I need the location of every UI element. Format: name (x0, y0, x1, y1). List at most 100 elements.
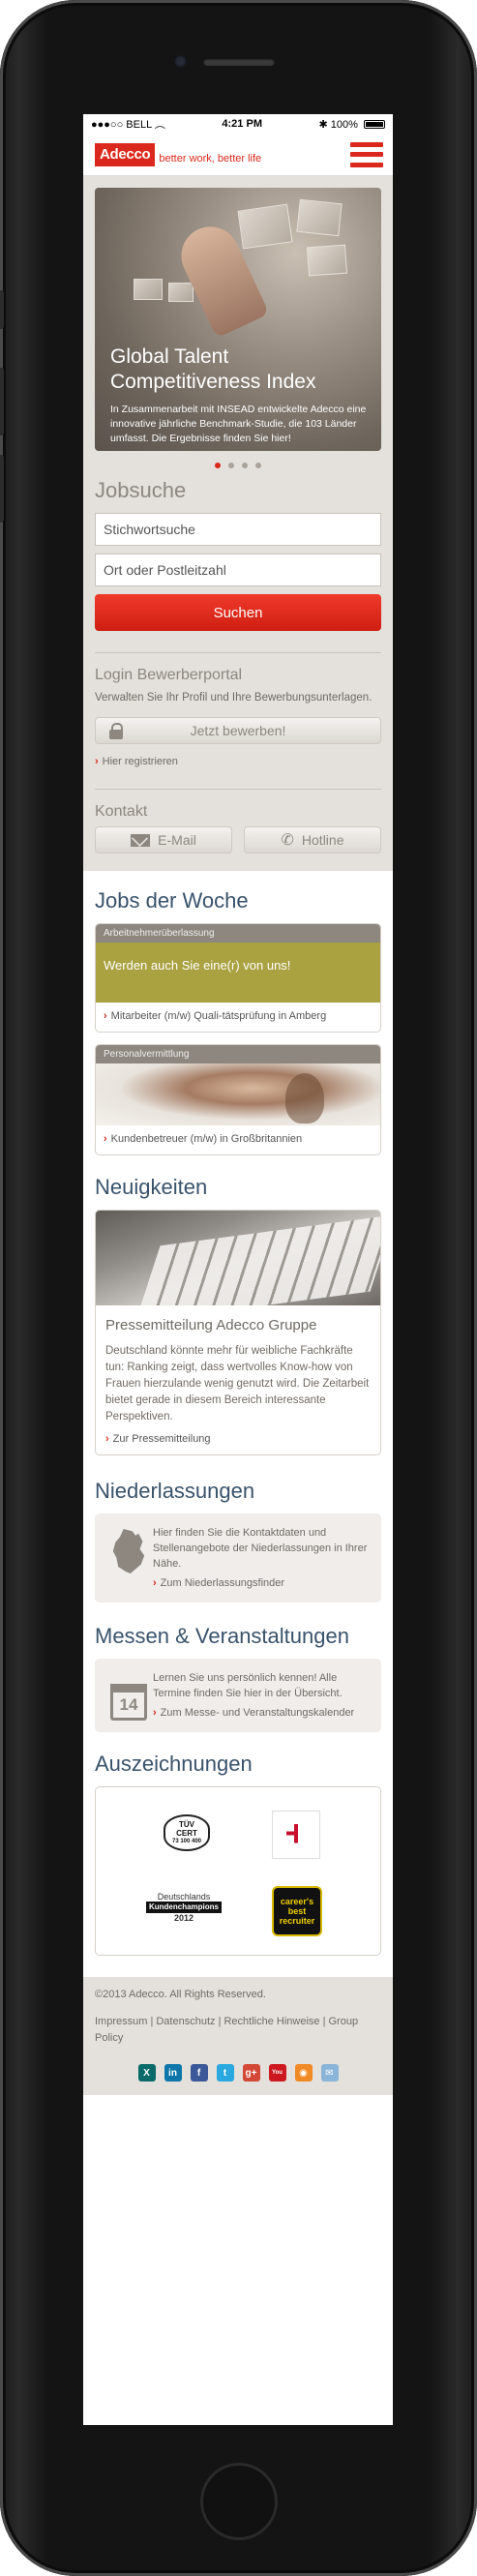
bluetooth-icon: ✱ (318, 118, 328, 131)
earpiece-speaker (203, 58, 275, 66)
phone-screen: ●●●○○ BELL ︵ 4:21 PM ✱ 100% Adecco bette… (83, 114, 393, 2425)
slider-dot[interactable] (242, 463, 248, 468)
volume-up-button (0, 368, 4, 435)
adecco-logo[interactable]: Adecco better work, better life (95, 142, 261, 166)
slider-dot[interactable] (228, 463, 234, 468)
carrier-name: BELL (126, 119, 152, 131)
battery-percent: 100% (330, 118, 358, 131)
hotline-label: Hotline (301, 832, 344, 848)
site-footer: ©2013 Adecco. All Rights Reserved. Impre… (83, 1977, 393, 2095)
events-box[interactable]: 14 Lernen Sie uns persönlich kennen! All… (95, 1659, 381, 1732)
battery-status: ✱ 100% (319, 118, 385, 131)
google-plus-icon[interactable]: g+ (242, 2064, 260, 2082)
events-link[interactable]: › Zum Messe- und Veranstaltungskalender (153, 1705, 372, 1721)
hero-photo-tile (307, 244, 347, 277)
news-item-title: Pressemitteilung Adecco Gruppe (105, 1317, 317, 1333)
front-camera (174, 55, 187, 68)
social-icons: Xin f t g+ You ◉ ✉ (95, 2064, 381, 2082)
kontakt-title: Kontakt (95, 803, 148, 820)
careers-best-recruiter-badge: career's best recruiter (272, 1886, 322, 1936)
branches-link[interactable]: › Zum Niederlassungsfinder (153, 1575, 372, 1591)
events-text: Lernen Sie uns persönlich kennen! Alle T… (153, 1672, 343, 1699)
job-photo (96, 1063, 380, 1125)
contact-buttons: E-Mail ✆ Hotline (95, 826, 381, 854)
linkedin-icon[interactable]: in (164, 2064, 182, 2082)
branches-title: Niederlassungen (95, 1479, 255, 1503)
branches-link-label: Zum Niederlassungsfinder (160, 1577, 285, 1589)
hero-text: In Zusammenarbeit mit INSEAD entwickelte… (110, 404, 367, 444)
news-link-label: Zur Pressemitteilung (112, 1433, 211, 1445)
mail-icon (131, 833, 151, 847)
signal-icon: ●●●○○ (91, 119, 124, 131)
awards-title: Auszeichnungen (95, 1752, 253, 1776)
battery-icon (364, 120, 385, 130)
email-button[interactable]: E-Mail (95, 826, 232, 854)
calendar-icon: 14 (104, 1670, 153, 1721)
rss-icon[interactable]: ◉ (294, 2064, 313, 2082)
job-link-label: Kundenbetreuer (m/w) in Großbritannien (110, 1133, 303, 1145)
hero-photo-tile (296, 198, 343, 237)
register-link[interactable]: › Hier registrieren (95, 756, 381, 767)
login-title: Login Bewerberportal (95, 667, 243, 683)
chevron-right-icon: › (153, 1707, 157, 1719)
footer-links[interactable]: Impressum | Datenschutz | Rechtliche Hin… (95, 2014, 381, 2047)
youtube-icon[interactable]: You (268, 2064, 286, 2082)
hotline-button[interactable]: ✆ Hotline (244, 826, 381, 854)
email-icon[interactable]: ✉ (320, 2064, 339, 2082)
events-link-label: Zum Messe- und Veranstaltungskalender (160, 1707, 355, 1719)
news-body: Pressemitteilung Adecco Gruppe Deutschla… (96, 1305, 380, 1454)
location-input[interactable]: Ort oder Postleitzahl (95, 554, 381, 586)
events-title: Messen & Veranstaltungen (95, 1624, 349, 1648)
hero-photo-tile (168, 283, 194, 302)
news-card[interactable]: Pressemitteilung Adecco Gruppe Deutschla… (95, 1210, 381, 1455)
job-teaser: Werden auch Sie eine(r) von uns! (96, 943, 380, 1003)
carrier-info: ●●●○○ BELL ︵ (91, 116, 165, 132)
tuv-cert-badge: TÜV CERT 73 100 400 (164, 1814, 210, 1851)
branches-text: Hier finden Sie die Kontaktdaten und Ste… (153, 1527, 368, 1570)
branches-box[interactable]: Hier finden Sie die Kontaktdaten und Ste… (95, 1513, 381, 1603)
menu-icon[interactable] (350, 141, 383, 167)
search-button[interactable]: Suchen (95, 594, 381, 631)
awards-box: TÜV CERT 73 100 400 Deutschlands Kundenc… (95, 1786, 381, 1956)
slider-dot[interactable] (215, 463, 221, 468)
home-button[interactable] (200, 2463, 278, 2540)
content-section: Jobs der Woche Arbeitnehmerüberlassung W… (83, 871, 393, 1956)
top-section: Global Talent Competitiveness Index In Z… (83, 176, 393, 871)
jobs-title: Jobs der Woche (95, 888, 249, 913)
copyright: ©2013 Adecco. All Rights Reserved. (95, 1989, 266, 2000)
facebook-icon[interactable]: f (190, 2064, 208, 2082)
job-link[interactable]: › Kundenbetreuer (m/w) in Großbritannien (96, 1125, 380, 1154)
seal-badge (272, 1811, 320, 1859)
logo-wordmark: Adecco (95, 142, 156, 166)
job-card[interactable]: Personalvermittlung › Kundenbetreuer (m/w… (95, 1044, 381, 1155)
job-category: Arbeitnehmerüberlassung (96, 924, 380, 943)
register-label: Hier registrieren (102, 756, 178, 767)
chevron-right-icon: › (95, 756, 99, 767)
apply-button[interactable]: Jetzt bewerben! (95, 717, 381, 744)
keyword-input[interactable]: Stichwortsuche (95, 513, 381, 546)
clock: 4:21 PM (222, 118, 262, 130)
apply-label: Jetzt bewerben! (190, 723, 286, 738)
login-text: Verwalten Sie Ihr Profil und Ihre Bewerb… (95, 692, 373, 704)
divider (95, 789, 381, 790)
twitter-icon[interactable]: t (216, 2064, 234, 2082)
mute-switch (0, 290, 4, 329)
hero-photo-tile (134, 279, 163, 300)
branches-content: Hier finden Sie die Kontaktdaten und Ste… (153, 1525, 372, 1591)
wifi-icon: ︵ (154, 119, 165, 131)
slider-dot[interactable] (255, 463, 261, 468)
job-card[interactable]: Arbeitnehmerüberlassung Werden auch Sie … (95, 923, 381, 1033)
germany-map-icon (104, 1525, 153, 1591)
hero-title: Global Talent Competitiveness Index (110, 345, 316, 393)
divider (95, 652, 381, 653)
hero-slide[interactable]: Global Talent Competitiveness Index In Z… (95, 188, 381, 451)
job-link-label: Mitarbeiter (m/w) Quali-tätsprüfung in A… (110, 1010, 327, 1022)
lock-icon (109, 723, 123, 739)
news-link[interactable]: › Zur Pressemitteilung (105, 1433, 371, 1445)
xing-icon[interactable]: X (137, 2064, 156, 2082)
slider-dots (95, 463, 381, 468)
hero-photo-tile (237, 203, 293, 250)
job-link[interactable]: › Mitarbeiter (m/w) Quali-tätsprüfung in … (96, 1003, 380, 1032)
site-header: Adecco better work, better life (83, 134, 393, 176)
email-label: E-Mail (158, 832, 196, 848)
